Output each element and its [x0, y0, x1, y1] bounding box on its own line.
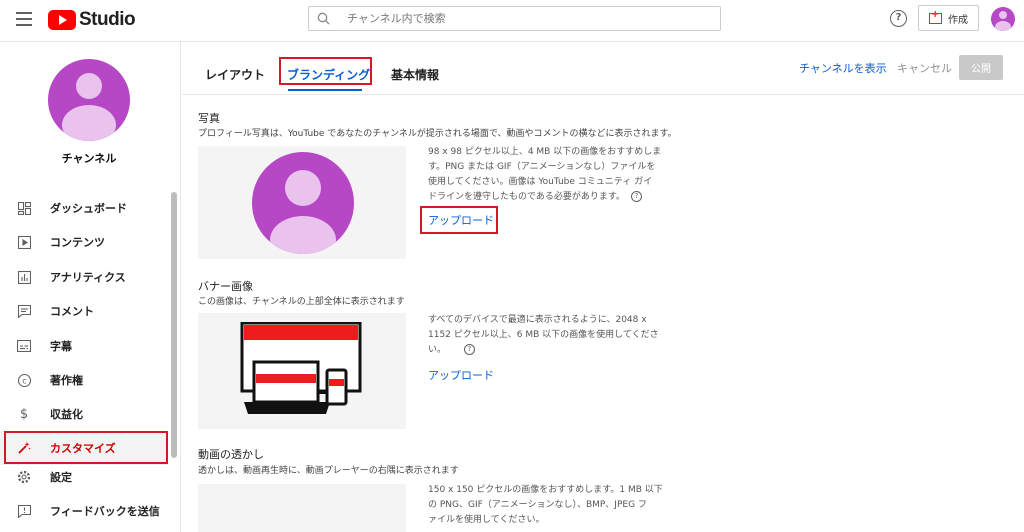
photo-section-title: 写真	[198, 112, 220, 125]
watermark-info: 150 x 150 ピクセルの画像をおすすめします。1 MB 以下 の PNG、…	[428, 483, 673, 528]
banner-info-last-row: い。?	[428, 343, 673, 358]
help-icon[interactable]: ?	[890, 10, 907, 27]
sidebar-item-label: ダッシュボード	[50, 202, 127, 215]
app-name: Studio	[79, 9, 136, 30]
search-icon	[309, 12, 337, 25]
subtitles-icon	[17, 339, 31, 353]
profile-photo-preview	[252, 152, 354, 254]
account-avatar[interactable]	[991, 7, 1015, 31]
feedback-icon	[17, 504, 31, 518]
watermark-info-line: ァイルを使用してください。	[428, 515, 545, 525]
sidebar-item-label: 収益化	[50, 408, 83, 421]
view-channel-button[interactable]: チャンネルを表示	[799, 60, 887, 76]
sidebar-item-monetization[interactable]: $ 収益化	[0, 397, 168, 431]
banner-section-title: バナー画像	[198, 280, 253, 293]
help-icon[interactable]: ?	[464, 344, 476, 355]
watermark-section-description: 透かしは、動画再生時に、動画プレーヤーの右隅に表示されます	[198, 466, 459, 476]
sidebar-item-label: 字幕	[50, 340, 72, 353]
sidebar-scrollbar[interactable]	[171, 192, 177, 458]
menu-icon[interactable]	[16, 12, 32, 26]
highlight-box-branding-tab	[279, 57, 372, 85]
sidebar-item-analytics[interactable]: アナリティクス	[0, 260, 168, 294]
channel-avatar[interactable]	[48, 59, 130, 141]
watermark-info-line: の PNG、GIF（アニメーションなし）、BMP、JPEG フ	[428, 500, 647, 510]
create-label: 作成	[948, 14, 968, 26]
banner-info: すべてのデバイスで最適に表示されるように、2048 x 1152 ピクセル以上、…	[428, 313, 673, 358]
photo-info: 98 x 98 ピクセル以上、4 MB 以下の画像をおすすめしま す。PNG ま…	[428, 145, 673, 205]
sidebar-item-subtitles[interactable]: 字幕	[0, 329, 168, 363]
sidebar-item-label: アナリティクス	[50, 271, 126, 284]
publish-button[interactable]: 公開	[959, 55, 1003, 80]
comment-icon	[17, 304, 31, 318]
cancel-button[interactable]: キャンセル	[897, 60, 952, 76]
banner-info-line: すべてのデバイスで最適に表示されるように、2048 x	[428, 315, 647, 325]
highlight-box-upload	[420, 206, 498, 234]
create-video-icon	[929, 9, 942, 24]
channel-name: チャンネル	[61, 152, 117, 165]
sidebar-item-content[interactable]: コンテンツ	[0, 225, 168, 259]
photo-section-description: プロフィール写真は、YouTube であなたのチャンネルが提示される場面で、動画…	[198, 129, 677, 139]
highlight-box-customize	[4, 431, 168, 464]
photo-info-line: 使用してください。画像は YouTube コミュニティ ガイ	[428, 177, 653, 187]
top-bar: Studio ? 作成	[0, 0, 1024, 42]
settings-icon	[17, 470, 31, 484]
watermark-section-title: 動画の透かし	[198, 448, 264, 461]
dashboard-icon	[17, 201, 31, 215]
sidebar-item-label: コンテンツ	[50, 236, 105, 249]
active-tab-indicator	[288, 89, 362, 91]
create-button[interactable]: 作成	[918, 5, 979, 31]
content-icon	[17, 235, 31, 249]
banner-section-description: この画像は、チャンネルの上部全体に表示されます	[198, 297, 405, 307]
banner-info-line: い。	[428, 345, 447, 355]
photo-info-last-row: ドラインを遵守したものである必要があります。?	[428, 190, 673, 205]
search-input[interactable]	[347, 12, 720, 25]
watermark-info-line: 150 x 150 ピクセルの画像をおすすめします。1 MB 以下	[428, 485, 663, 495]
sidebar-item-feedback[interactable]: フィードバックを送信	[0, 494, 168, 528]
studio-logo[interactable]: Studio	[48, 9, 136, 31]
sidebar-item-comments[interactable]: コメント	[0, 294, 168, 328]
help-icon[interactable]: ?	[631, 191, 643, 202]
analytics-icon	[17, 270, 31, 284]
tab-layout[interactable]: レイアウト	[205, 66, 265, 83]
photo-info-line: ドラインを遵守したものである必要があります。	[428, 192, 626, 202]
sidebar-item-label: フィードバックを送信	[50, 505, 160, 518]
photo-info-line: す。PNG または GIF（アニメーションなし）ファイルを	[428, 162, 656, 172]
sidebar-item-label: 設定	[50, 471, 72, 484]
search-box[interactable]	[308, 6, 721, 31]
watermark-preview	[198, 484, 406, 532]
banner-devices-illustration	[240, 322, 362, 414]
photo-info-line: 98 x 98 ピクセル以上、4 MB 以下の画像をおすすめしま	[428, 147, 662, 157]
sidebar-item-settings[interactable]: 設定	[0, 460, 168, 494]
sidebar-item-copyright[interactable]: c 著作権	[0, 363, 168, 397]
tab-basic-info[interactable]: 基本情報	[391, 66, 439, 83]
sidebar-item-label: 著作権	[50, 374, 83, 387]
svg-text:c: c	[22, 376, 26, 385]
tab-divider	[182, 94, 1024, 95]
monetization-icon: $	[19, 406, 29, 422]
sidebar-item-label: コメント	[50, 305, 94, 318]
banner-info-line: 1152 ピクセル以上、6 MB 以下の画像を使用してくださ	[428, 330, 659, 340]
sidebar-item-dashboard[interactable]: ダッシュボード	[0, 191, 168, 225]
copyright-icon: c	[17, 373, 31, 387]
banner-upload-button[interactable]: アップロード	[428, 367, 494, 383]
youtube-logo-icon	[48, 10, 76, 30]
